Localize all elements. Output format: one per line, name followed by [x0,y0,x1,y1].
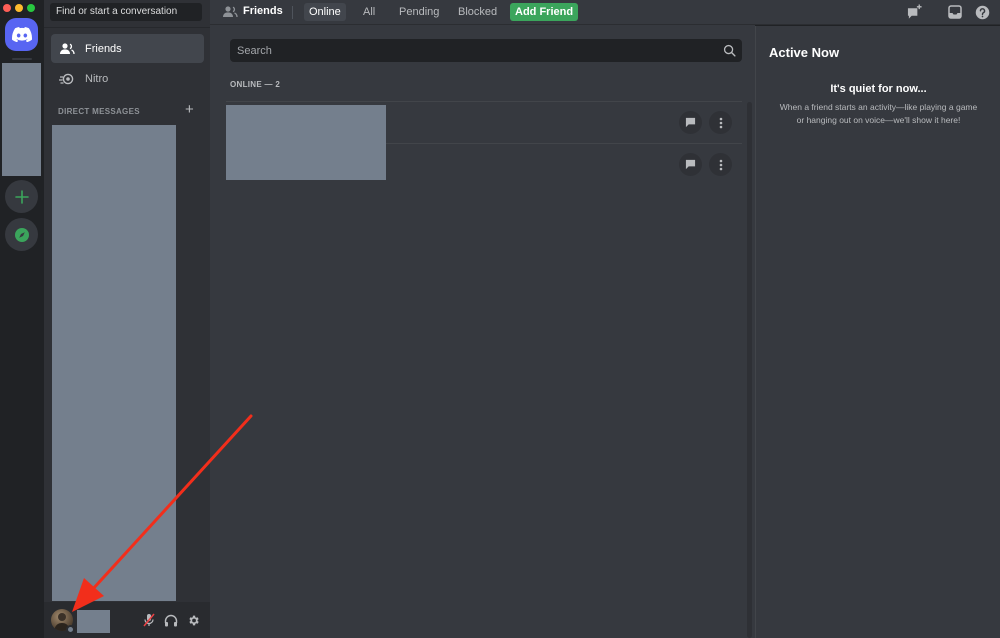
new-group-dm-icon [907,4,922,19]
close-window-button[interactable] [3,4,11,12]
minimize-window-button[interactable] [15,4,23,12]
dm-divider [44,27,210,28]
message-friend-button[interactable] [679,111,702,134]
chat-bubble-icon [685,117,696,128]
dm-list-redacted [52,125,176,601]
friends-main-panel: ONLINE — 2 [210,0,755,638]
chat-bubble-icon [685,159,696,170]
message-friend-button[interactable] [679,153,702,176]
add-server-button[interactable] [5,180,38,213]
new-group-dm-button[interactable] [907,4,923,20]
sidebar-item-label: Nitro [85,72,109,85]
gear-icon [188,615,199,625]
add-friend-button[interactable]: Add Friend [510,3,579,21]
explore-servers-button[interactable] [5,218,38,251]
tab-all[interactable]: All [358,3,380,21]
discord-logo-icon [11,27,32,42]
direct-messages-header: DIRECT MESSAGES [58,107,140,116]
deafen-button[interactable] [164,613,178,627]
sidebar-item-friends[interactable]: Friends [51,34,204,63]
sidebar-item-nitro[interactable]: Nitro [51,64,204,93]
inbox-icon [948,5,962,19]
dm-sidebar: Find or start a conversation Friends Nit… [44,0,210,638]
more-vertical-icon [719,159,722,170]
more-options-button[interactable] [709,111,732,134]
active-now-empty-title: It's quiet for now... [830,83,927,95]
inbox-button[interactable] [947,4,963,20]
active-now-title: Active Now [769,45,840,60]
compass-icon [14,227,29,242]
username-redacted [77,610,110,633]
maximize-window-button[interactable] [27,4,35,12]
friends-list-scrollbar[interactable] [747,102,752,638]
sidebar-item-label: Friends [85,42,122,55]
friend-actions [679,111,732,134]
search-icon [723,44,736,57]
title-separator [292,6,293,19]
server-rail [0,0,44,638]
friends-top-bar: Friends Online All Pending Blocked Add F… [210,0,1000,25]
more-options-button[interactable] [709,153,732,176]
online-count-header: ONLINE — 2 [230,80,281,89]
nitro-icon [59,73,74,84]
mute-button[interactable] [142,613,156,627]
tab-blocked[interactable]: Blocked [453,3,502,21]
friend-actions [679,153,732,176]
microphone-muted-icon [143,613,155,627]
home-button[interactable] [5,18,38,51]
friends-icon [60,42,75,54]
more-vertical-icon [719,117,722,128]
help-button[interactable] [974,4,990,20]
status-indicator [66,625,75,634]
headphones-icon [164,614,178,626]
active-now-panel: Active Now It's quiet for now... When a … [755,26,1000,638]
user-settings-button[interactable] [186,613,200,627]
friends-icon [223,6,238,18]
server-list-redacted [2,63,41,176]
user-panel [44,602,210,638]
friends-search-input[interactable] [230,39,710,62]
discord-window: Find or start a conversation Friends Nit… [0,0,1000,638]
friends-names-redacted [226,105,386,180]
tab-online[interactable]: Online [304,3,346,21]
rail-separator [12,58,32,60]
create-dm-button[interactable]: + [185,102,194,118]
window-controls [3,4,35,12]
plus-icon [14,189,29,204]
tab-pending[interactable]: Pending [394,3,444,21]
find-conversation-button[interactable]: Find or start a conversation [50,3,202,21]
friends-search [230,39,742,62]
active-now-empty-description: When a friend starts an activity—like pl… [779,102,978,125]
page-title: Friends [243,5,283,17]
help-icon [975,5,989,19]
